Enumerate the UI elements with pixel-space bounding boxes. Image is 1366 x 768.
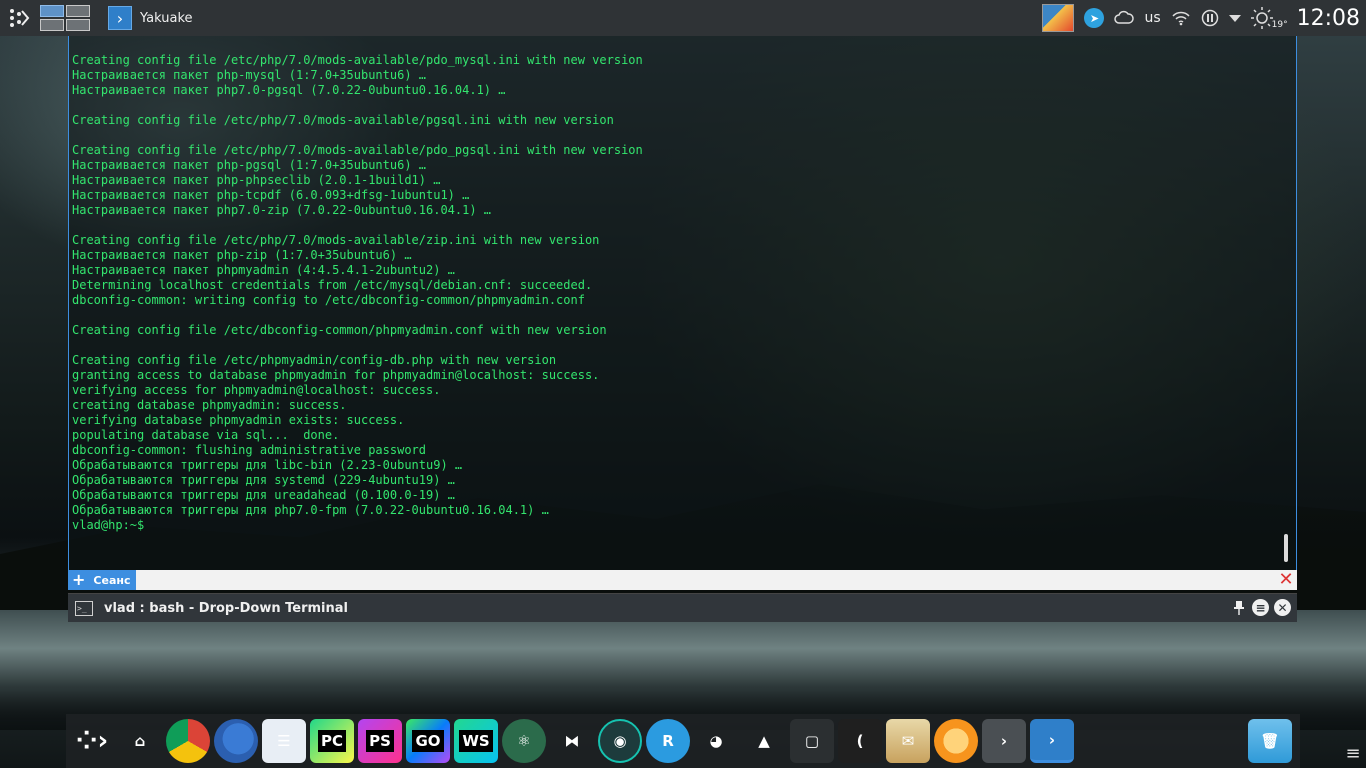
close-session-icon[interactable]: ✕ [1277,571,1295,589]
bottom-dock: ⁘› ⌂ ☰ PC PS GO WS ⚛ ⧓ ◉ R ◕ ▲ ▢(✉ › › 🗑 [66,714,1300,768]
yakuake-icon[interactable]: › [1030,719,1074,763]
dock-item-label: WS [459,730,493,752]
weather-temperature: 19° [1271,20,1288,30]
add-session-icon[interactable]: + [72,572,85,588]
terminal-icon[interactable]: › [982,719,1026,763]
taskbar-item-label: Yakuake [140,10,193,26]
trash-folder-icon[interactable]: 🗑 [1248,719,1292,763]
terminal-output-text: Creating config file /etc/php/7.0/mods-a… [72,53,643,533]
notes-icon[interactable]: ▢ [790,719,834,763]
terminal-line: Creating config file /etc/dbconfig-commo… [72,323,607,337]
terminal-line: Настраивается пакет php-tcpdf (6.0.093+d… [72,188,470,202]
desktop-4[interactable] [66,19,90,31]
keyboard-layout-indicator[interactable]: us [1144,10,1160,26]
pycharm-icon[interactable]: PC [310,719,354,763]
text-editor-icon[interactable]: ☰ [262,719,306,763]
terminal-line: populating database via sql... done. [72,428,340,442]
terminal-line: dbconfig-common: flushing administrative… [72,443,427,457]
terminal-output-area[interactable]: Creating config file /etc/php/7.0/mods-a… [68,36,1297,570]
dock-item-label: GO [412,730,444,752]
yakuake-icon: › [108,6,132,30]
yakuake-terminal-window: Creating config file /etc/php/7.0/mods-a… [68,36,1297,622]
terminal-line: vlad@hp:~$ [72,518,145,532]
r-app-icon[interactable]: R [646,719,690,763]
terminal-line: Обрабатываются триггеры для ureadahead (… [72,488,455,502]
system-tray: ➤ us 19° 12:08 [1037,0,1366,36]
desktop-2[interactable] [66,5,90,17]
plasma-logo-icon [10,9,30,27]
top-panel: › Yakuake ➤ us 19° 12:08 [0,0,1366,36]
goland-icon[interactable]: GO [406,719,450,763]
terminal-line: Creating config file /etc/php/7.0/mods-a… [72,233,600,247]
firefox-icon[interactable] [214,719,258,763]
terminal-line: Creating config file /etc/php/7.0/mods-a… [72,143,643,157]
terminal-line: Creating config file /etc/php/7.0/mods-a… [72,113,614,127]
session-tab-label: Сеанс [93,573,131,587]
virtual-desktop-pager[interactable] [40,5,90,31]
title-bar-buttons: ≡ ✕ [1225,599,1291,616]
terminal-line: Обрабатываются триггеры для libc-bin (2.… [72,458,463,472]
terminal-line: Creating config file /etc/phpmyadmin/con… [72,353,557,367]
terminal-scrollbar[interactable] [1282,36,1290,570]
vscode-icon[interactable]: ⧓ [550,719,594,763]
terminal-line: Обрабатываются триггеры для php7.0-fpm (… [72,503,549,517]
scrollbar-thumb[interactable] [1284,534,1288,562]
desktop-1[interactable] [40,5,64,17]
terminal-line: Настраивается пакет php-zip (1:7.0+35ubu… [72,248,412,262]
terminal-line: Настраивается пакет php-pgsql (1:7.0+35u… [72,158,427,172]
terminal-title: vlad : bash - Drop-Down Terminal [104,600,348,616]
terminal-line: Creating config file /etc/php/7.0/mods-a… [72,53,643,67]
close-icon[interactable]: ✕ [1274,599,1291,616]
terminal-line: Настраивается пакет php7.0-zip (7.0.22-0… [72,203,492,217]
terminal-line: verifying access for phpmyadmin@localhos… [72,383,441,397]
terminal-title-bar: >_ vlad : bash - Drop-Down Terminal ≡ ✕ [68,593,1297,622]
terminal-line: Обрабатываются триггеры для systemd (229… [72,473,455,487]
session-tab-bar: + Сеанс ✕ [68,570,1297,590]
dock-item-label: PC [317,730,346,752]
atom-icon[interactable]: ⚛ [502,719,546,763]
cloud-sync-icon[interactable] [1114,10,1135,26]
media-pause-icon[interactable] [1201,9,1219,27]
vlc-orange-icon[interactable] [934,719,978,763]
gitkraken-icon[interactable]: ◉ [598,719,642,763]
desktop-3[interactable] [40,19,64,31]
mail-icon[interactable]: ✉ [886,719,930,763]
terminal-line: Determining localhost credentials from /… [72,278,593,292]
terminal-line: dbconfig-common: writing config to /etc/… [72,293,585,307]
terminal-line: Настраивается пакет php7.0-pgsql (7.0.22… [72,83,506,97]
plasma-launcher-icon[interactable]: ⁘› [70,719,114,763]
application-launcher[interactable] [4,0,34,36]
gimp-icon[interactable]: ◕ [694,719,738,763]
weather-sun-icon[interactable] [1250,7,1273,29]
digital-clock[interactable]: 12:08 [1297,6,1360,31]
terminal-line: Настраивается пакет phpmyadmin (4:4.5.4.… [72,263,455,277]
terminal-line: verifying database phpmyadmin exists: su… [72,413,405,427]
tray-expand-arrow-icon[interactable] [1228,13,1241,23]
pin-icon[interactable] [1230,599,1247,616]
phpstorm-icon[interactable]: PS [358,719,402,763]
home-folder-icon[interactable]: ⌂ [118,719,162,763]
dock-item-label: PS [366,730,394,752]
terminal-line: Настраивается пакет php-phpseclib (2.0.1… [72,173,441,187]
kde-connect-thumbnail-icon[interactable] [1042,4,1075,32]
kate-icon[interactable]: ( [838,719,882,763]
wifi-icon[interactable] [1171,10,1191,26]
terminal-prompt-icon: >_ [75,600,93,616]
session-tab[interactable]: + Сеанс [68,570,137,590]
panel-options-icon[interactable]: ≡ [1340,738,1366,768]
inkscape-icon[interactable]: ▲ [742,719,786,763]
telegram-icon[interactable]: ➤ [1084,8,1105,28]
webstorm-icon[interactable]: WS [454,719,498,763]
terminal-line: Настраивается пакет php-mysql (1:7.0+35u… [72,68,427,82]
terminal-line: creating database phpmyadmin: success. [72,398,347,412]
menu-icon[interactable]: ≡ [1252,599,1269,616]
chrome-icon[interactable] [166,719,210,763]
terminal-line: granting access to database phpmyadmin f… [72,368,600,382]
taskbar-item-yakuake[interactable]: › Yakuake [100,0,201,36]
